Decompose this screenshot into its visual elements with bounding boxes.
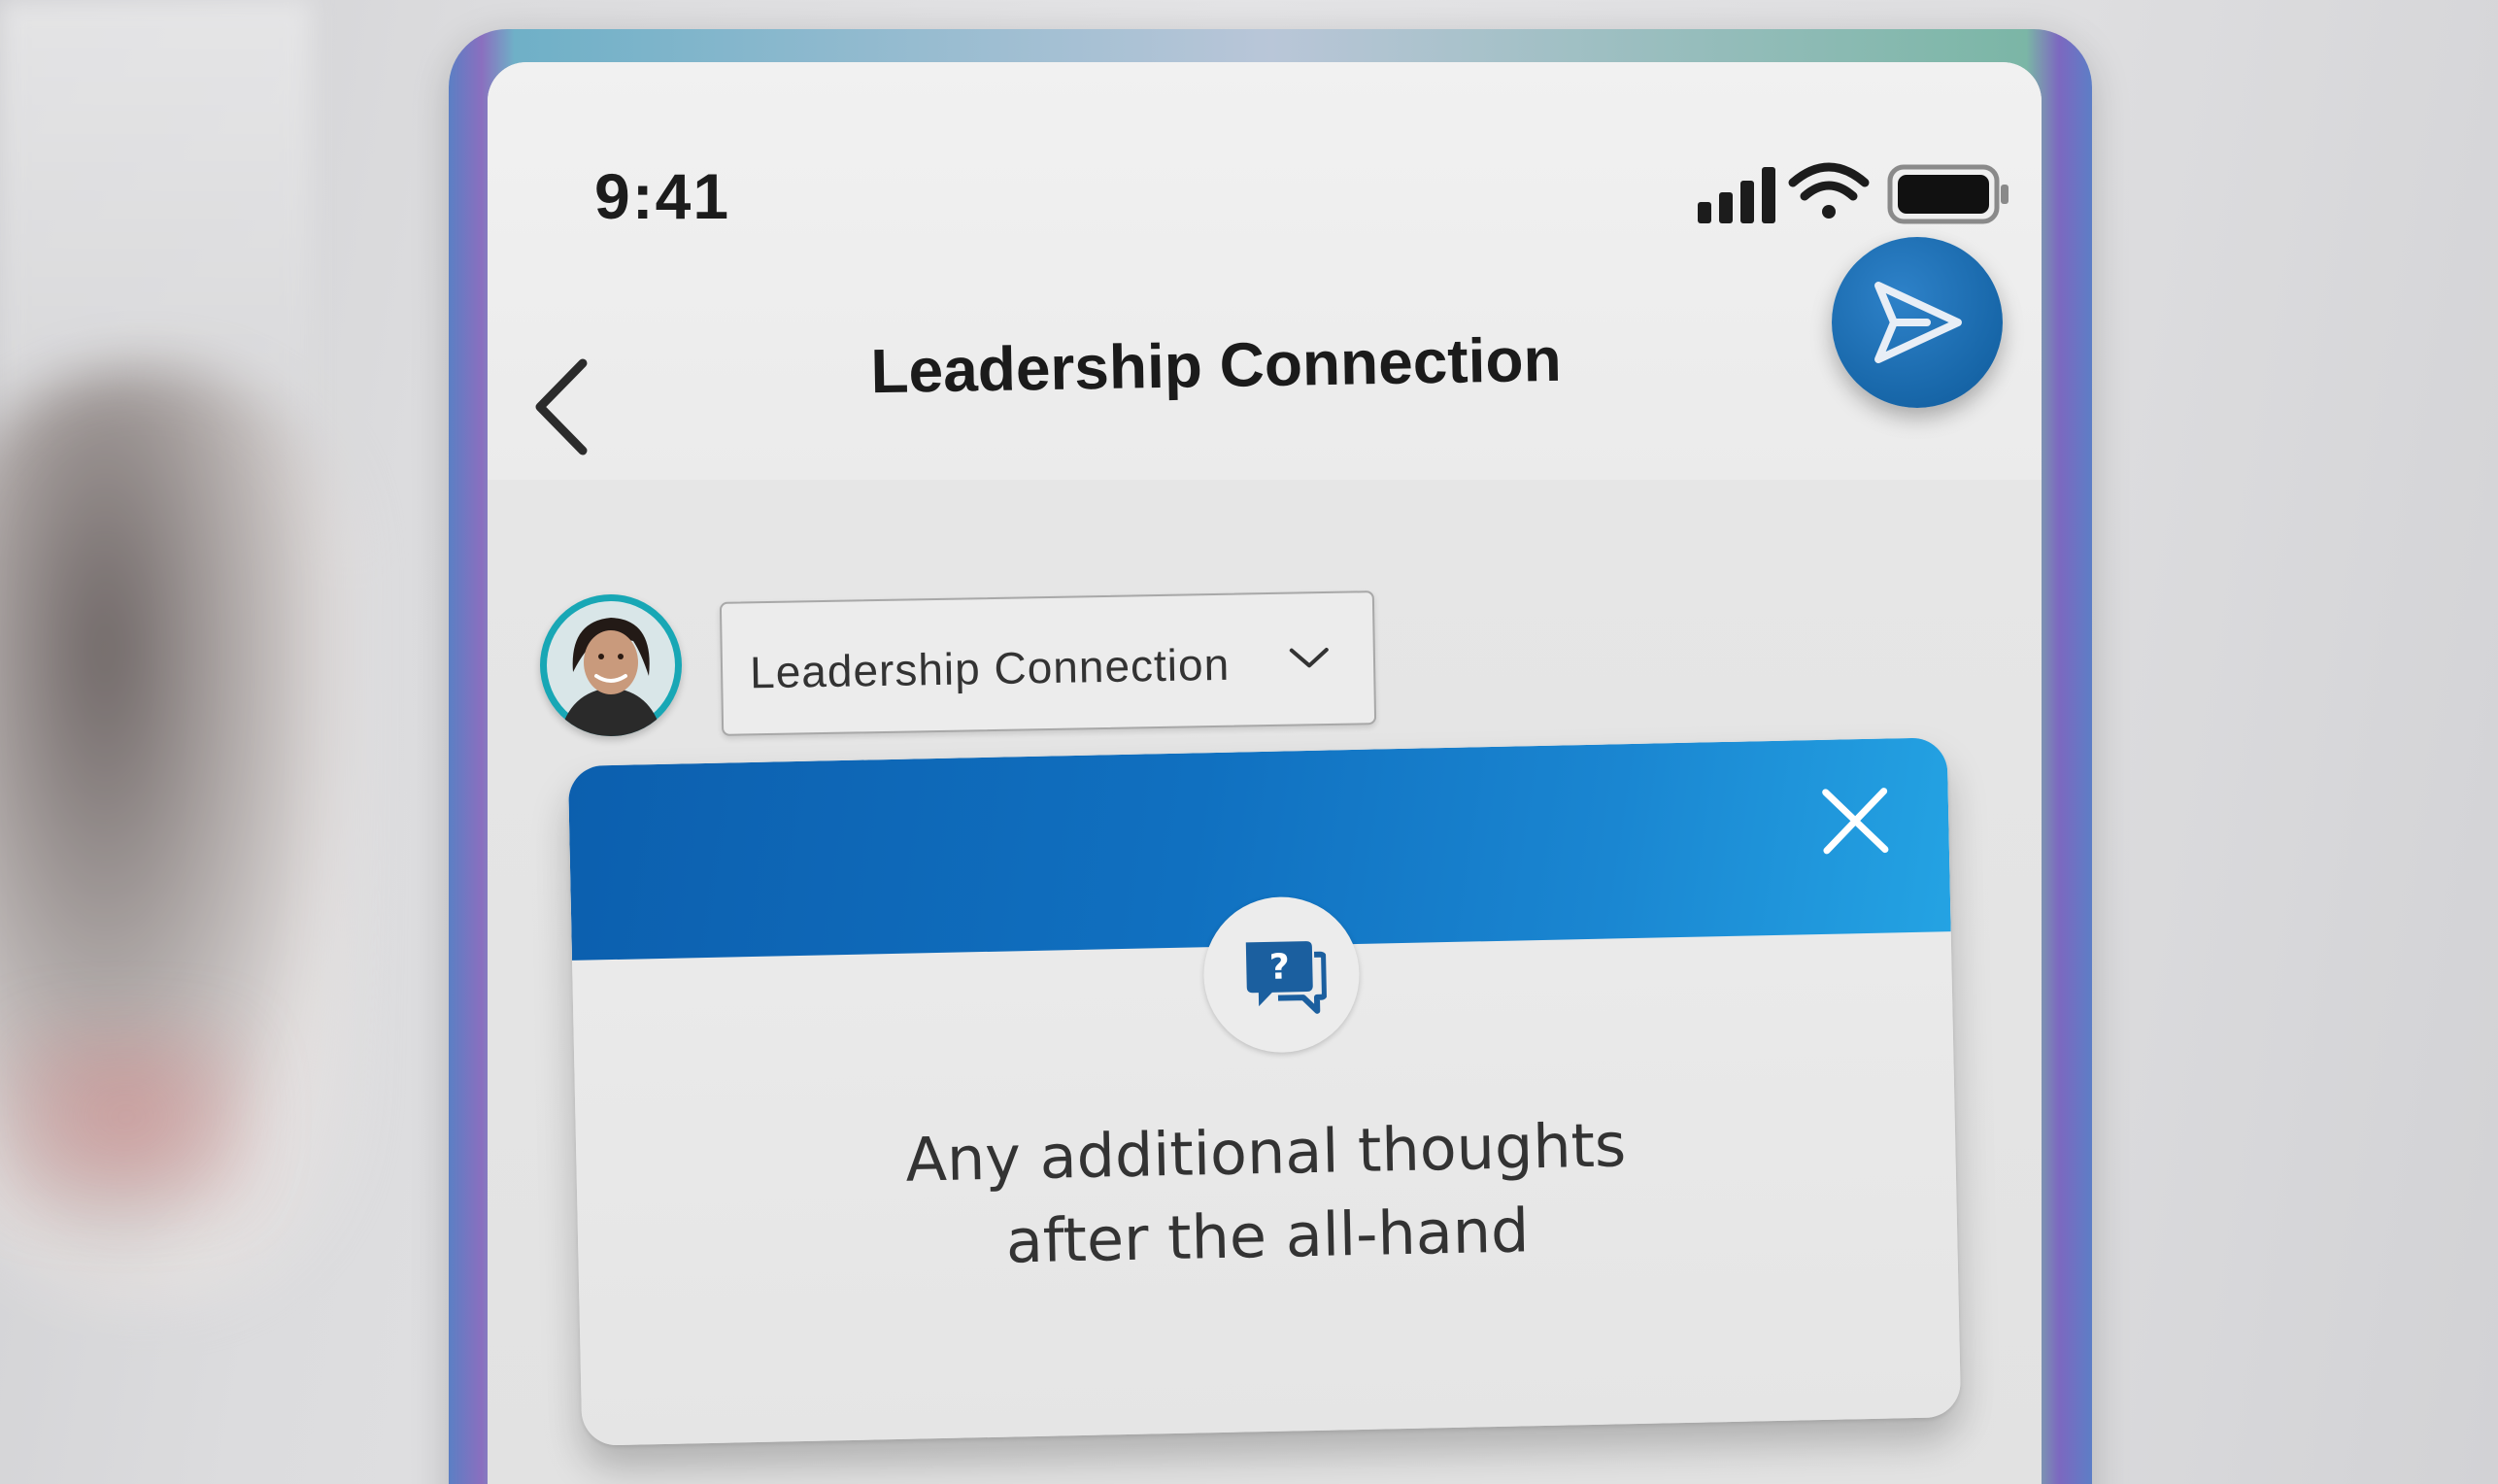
battery-icon — [1887, 164, 2009, 224]
audience-dropdown-value: Leadership Connection — [749, 638, 1231, 698]
paper-plane-icon — [1874, 282, 1962, 363]
prompt-message: Any additional thoughts after the all-ha… — [576, 1096, 1958, 1293]
composer-area: Leadership Connection ? Any additional t… — [488, 480, 2042, 1484]
scene-background: 9:41 Leadership Connection Leadership Co… — [0, 0, 2498, 1484]
status-time: 9:41 — [594, 160, 731, 232]
app-header: 9:41 Leadership Connection — [488, 62, 2042, 480]
close-button[interactable] — [1815, 781, 1895, 860]
question-chat-icon: ? — [1245, 941, 1328, 1014]
close-icon — [1822, 788, 1889, 855]
status-icons — [1698, 148, 2018, 235]
phone-frame: 9:41 Leadership Connection Leadership Co… — [449, 29, 2092, 1484]
chevron-left-icon — [535, 358, 588, 455]
page-title: Leadership Connection — [869, 323, 1563, 407]
blurred-background-accent — [0, 1020, 253, 1214]
avatar-photo — [547, 601, 675, 736]
chevron-down-icon — [1289, 647, 1329, 668]
back-button[interactable] — [521, 354, 608, 460]
prompt-card: ? Any additional thoughts after the all-… — [567, 737, 1962, 1446]
user-avatar[interactable] — [540, 594, 682, 736]
cellular-signal-icon — [1698, 167, 1775, 223]
question-mark-glyph: ? — [1268, 947, 1290, 987]
send-button[interactable] — [1832, 237, 2003, 408]
phone-screen: 9:41 Leadership Connection Leadership Co… — [488, 62, 2042, 1484]
audience-dropdown[interactable]: Leadership Connection — [719, 590, 1377, 736]
wifi-icon — [1788, 162, 1870, 219]
